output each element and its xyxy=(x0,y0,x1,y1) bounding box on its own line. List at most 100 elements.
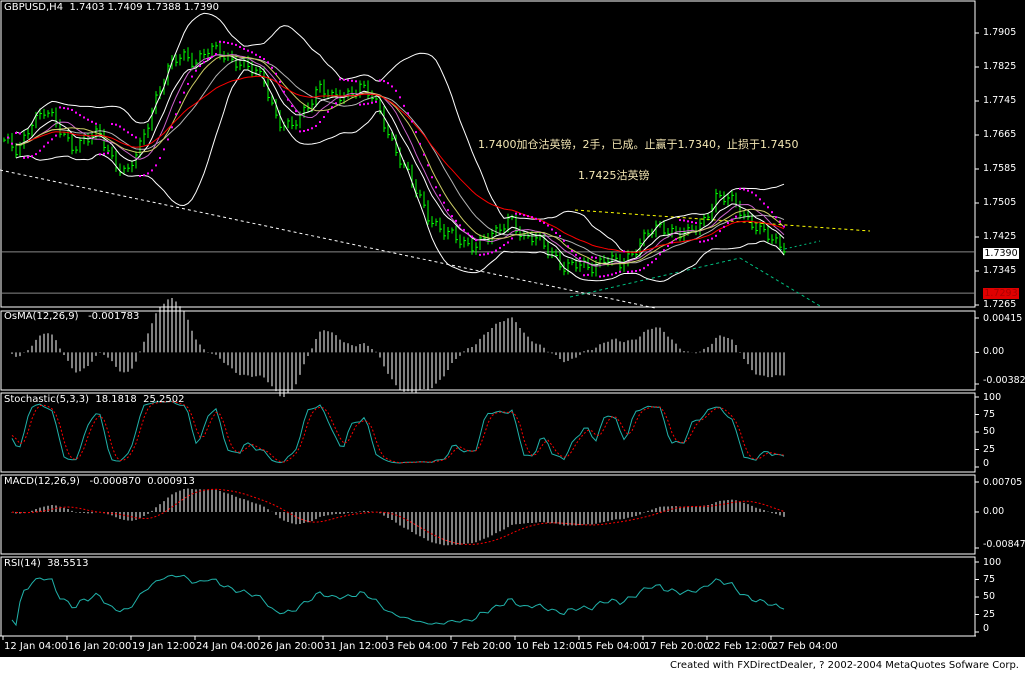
sar-dot xyxy=(55,134,57,137)
price-tick-label: 1.7825 xyxy=(983,61,1017,72)
sar-dot xyxy=(475,239,477,242)
sar-dot xyxy=(539,219,541,222)
sar-dot xyxy=(279,80,281,83)
sar-dot xyxy=(643,267,645,270)
sar-dot xyxy=(307,128,309,131)
sar-dot xyxy=(95,122,97,125)
sar-dot xyxy=(419,142,421,145)
sar-dot xyxy=(219,40,221,43)
osma-tick-label: 0.00 xyxy=(983,346,1005,358)
sar-dot xyxy=(143,174,145,177)
sar-dot xyxy=(759,198,761,201)
sar-dot xyxy=(543,221,545,224)
sar-dot xyxy=(155,164,157,167)
sar-dot xyxy=(415,131,417,134)
rsi-value: 38.5513 xyxy=(47,558,89,569)
sar-dot xyxy=(687,220,689,223)
sar-dot xyxy=(451,215,453,218)
sar-dot xyxy=(79,114,81,117)
panel-frames xyxy=(0,0,979,640)
date-tick-label: 22 Feb 12:00 xyxy=(708,641,774,652)
sar-dot xyxy=(735,215,737,218)
price-tick-label: 1.7665 xyxy=(983,129,1017,140)
sar-dot xyxy=(483,253,485,256)
sar-dot xyxy=(731,218,733,221)
sar-dot xyxy=(299,130,301,133)
sar-dot xyxy=(715,234,717,237)
sar-dot xyxy=(375,100,377,103)
sar-dot xyxy=(371,101,373,104)
sar-dot xyxy=(567,245,569,248)
chart-header: GBPUSD,H4 1.7403 1.7409 1.7388 1.7390 xyxy=(4,2,219,14)
sar-dot xyxy=(27,156,29,159)
sar-dot xyxy=(439,194,441,197)
sar-dot xyxy=(695,221,697,224)
sar-dot xyxy=(775,216,777,219)
osma-tick-label: 0.00415 xyxy=(983,313,1023,324)
sar-dot xyxy=(71,108,73,111)
sar-dot xyxy=(63,107,65,110)
sar-dot xyxy=(607,274,609,277)
sar-dot xyxy=(647,264,649,267)
annotation-add-position: 1.7400加仓沽英镑，2手，已成。止赢于1.7340，止损于1.7450 xyxy=(478,138,799,151)
sar-dot xyxy=(379,79,381,82)
sar-dot xyxy=(223,41,225,44)
sar-dot xyxy=(395,89,397,92)
sar-dot xyxy=(319,120,321,123)
sar-dot xyxy=(779,220,781,223)
sar-dot xyxy=(503,244,505,247)
date-tick-label: 19 Jan 12:00 xyxy=(132,641,196,652)
sar-dot xyxy=(19,132,21,135)
sar-dot xyxy=(87,118,89,121)
date-tick-label: 7 Feb 20:00 xyxy=(452,641,512,652)
sar-dot xyxy=(295,110,297,113)
stoch-tick-label: 100 xyxy=(983,392,1002,403)
low-value: 1.7388 xyxy=(145,2,181,13)
sar-dot xyxy=(763,202,765,205)
sar-dot xyxy=(327,110,329,113)
macd-title: MACD(12,26,9) xyxy=(4,476,80,487)
osma-tick-label: -0.00382 xyxy=(983,375,1025,386)
sar-dot xyxy=(251,51,253,54)
sar-dot xyxy=(199,65,201,68)
sar-dot xyxy=(527,215,529,218)
open-value: 1.7403 xyxy=(69,2,105,13)
sar-dot xyxy=(331,106,333,109)
sar-dot xyxy=(135,136,137,139)
sar-dot xyxy=(515,212,517,215)
sar-dot xyxy=(587,273,589,276)
sar-dot xyxy=(555,231,557,234)
sar-dot xyxy=(667,245,669,248)
sar-dot xyxy=(359,103,361,106)
sar-dot xyxy=(615,272,617,275)
sar-dot xyxy=(31,155,33,158)
price-tick-label: 1.7345 xyxy=(983,265,1017,276)
main-panel-frame xyxy=(0,0,976,308)
sar-dot xyxy=(11,142,13,145)
chart-canvas[interactable] xyxy=(0,0,1025,657)
sar-dot xyxy=(743,188,745,191)
sar-dot xyxy=(499,246,501,249)
sar-dot xyxy=(639,269,641,272)
sar-dot xyxy=(99,153,101,156)
sar-dot xyxy=(267,61,269,64)
sar-dot xyxy=(15,131,17,134)
sar-dot xyxy=(315,124,317,127)
price-tick-label: 1.7425 xyxy=(983,231,1017,242)
macd-main-value: -0.000870 xyxy=(89,476,141,487)
sar-dot xyxy=(235,43,237,46)
sar-dot xyxy=(551,228,553,231)
sar-dot xyxy=(591,256,593,259)
rsi-tick-label: 75 xyxy=(983,573,996,585)
sar-dot xyxy=(283,90,285,93)
rsi-tick-label: 25 xyxy=(983,608,996,620)
sar-dot xyxy=(407,112,409,115)
sar-dot xyxy=(387,82,389,85)
sar-dot xyxy=(343,78,345,81)
stoch-tick-label: 25 xyxy=(983,443,996,455)
bollinger-lower xyxy=(15,69,785,283)
close-value: 1.7390 xyxy=(184,2,219,13)
price-tick-label: 1.7745 xyxy=(983,95,1017,106)
sar-dot xyxy=(487,252,489,255)
sar-dot xyxy=(187,82,189,85)
